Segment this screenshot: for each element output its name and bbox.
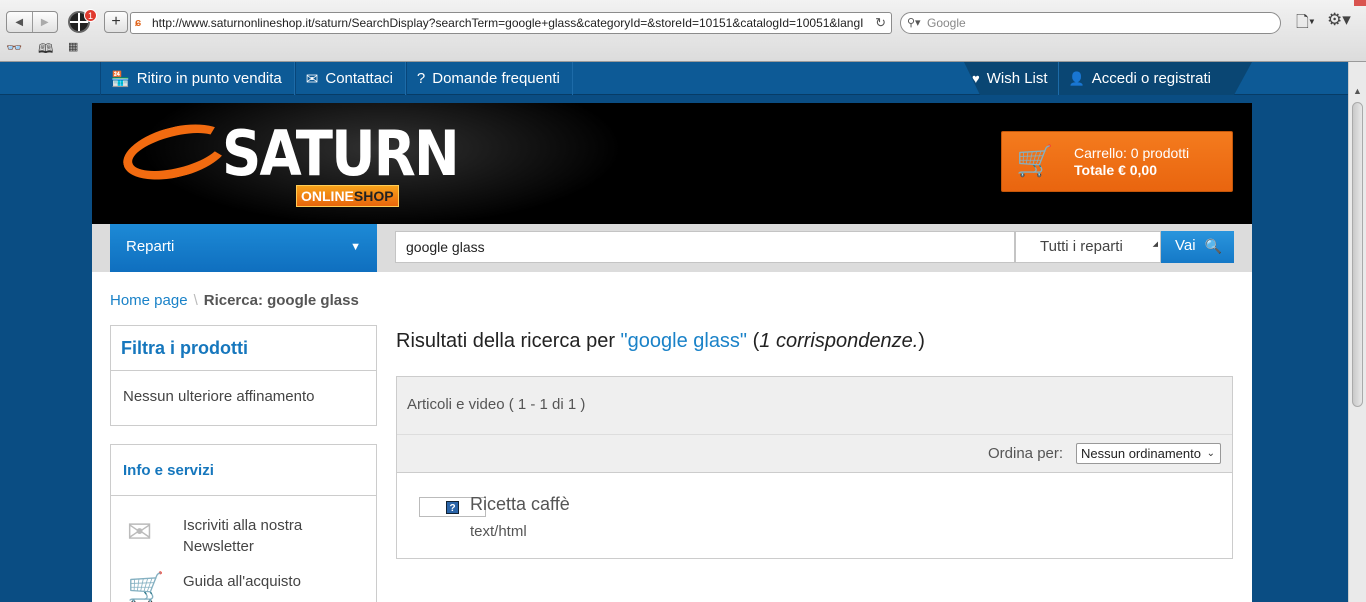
results-panel: Articoli e video ( 1 - 1 di 1 ) Ordina p… <box>396 376 1233 559</box>
saturn-logo[interactable]: SATURN ONLINESHOP <box>117 114 460 211</box>
filter-panel: Filtra i prodotti Nessun ulteriore affin… <box>110 325 377 426</box>
topbar-item-label: Contattaci <box>325 70 393 87</box>
results-query[interactable]: "google glass" <box>621 330 748 352</box>
cart-icon: 🛒 <box>1016 145 1054 178</box>
window-corner <box>1354 0 1366 6</box>
search-scope-select[interactable]: Tutti i reparti ◢ <box>1015 231 1161 263</box>
user-icon: 👤 <box>1068 70 1085 86</box>
topbar-item-contact[interactable]: ✉ Contattaci <box>294 62 406 95</box>
wish-list-label: Wish List <box>986 70 1048 87</box>
page-menu-icon[interactable]: 🗋▾ <box>1296 11 1315 38</box>
browser-search-input[interactable] <box>927 15 1267 31</box>
breadcrumb-home-link[interactable]: Home page <box>110 292 188 309</box>
book-icon[interactable]: 🕮 <box>38 40 53 62</box>
scrollbar-thumb[interactable] <box>1352 102 1363 407</box>
cart-button[interactable]: 🛒 Carrello: 0 prodotti Totale € 0,00 <box>1001 131 1233 192</box>
breadcrumb-separator: \ <box>193 292 198 309</box>
site-top-bar: 🏪 Ritiro in punto vendita ✉ Contattaci ?… <box>0 62 1366 95</box>
results-count: 1 corrispondenze. <box>759 330 919 352</box>
login-label: Accedi o registrati <box>1091 70 1211 87</box>
departments-label: Reparti <box>126 238 175 255</box>
url-text[interactable]: http://www.saturnonlineshop.it/saturn/Se… <box>152 16 867 30</box>
reload-icon[interactable]: ↻ <box>875 15 886 31</box>
search-scope-label: Tutti i reparti <box>1040 238 1123 255</box>
store-icon: 🏪 <box>111 70 130 88</box>
sort-selected: Nessun ordinamento <box>1081 446 1201 461</box>
results-section-header: Articoli e video ( 1 - 1 di 1 ) <box>397 377 1232 435</box>
breadcrumb-current: Ricerca: google glass <box>203 292 359 309</box>
topbar-item-label: Domande frequenti <box>432 70 560 87</box>
search-go-button[interactable]: Vai 🔍 <box>1161 231 1234 263</box>
topbar-item-faq[interactable]: ? Domande frequenti <box>405 62 573 95</box>
result-title[interactable]: Ricetta caffè <box>470 494 570 515</box>
logo-badge: ONLINESHOP <box>296 185 399 207</box>
browser-search[interactable]: ⚲▾ <box>900 12 1281 34</box>
search-icon: ⚲▾ <box>907 17 921 29</box>
forward-icon[interactable]: ▶ <box>31 12 58 32</box>
sort-bar: Ordina per: Nessun ordinamento ⌄ <box>397 435 1232 473</box>
cart-icon: 🛒 <box>127 572 165 602</box>
logo-word: SATURN <box>222 117 460 190</box>
question-icon: ? <box>416 70 426 87</box>
search-go-label: Vai <box>1175 237 1196 254</box>
back-icon[interactable]: ◀ <box>7 12 32 32</box>
sort-select[interactable]: Nessun ordinamento ⌄ <box>1076 443 1221 464</box>
search-row: Reparti ▼ Tutti i reparti ◢ Vai 🔍 <box>92 224 1252 272</box>
login-link[interactable]: 👤 Accedi o registrati <box>1057 62 1221 95</box>
topbar-item-label: Ritiro in punto vendita <box>136 70 282 87</box>
topbar-item-store-pickup[interactable]: 🏪 Ritiro in punto vendita <box>100 62 295 95</box>
new-tab-button[interactable]: + <box>104 11 128 33</box>
result-type: text/html <box>470 523 527 540</box>
newsletter-icon: ✉ <box>127 516 153 549</box>
departments-menu[interactable]: Reparti ▼ <box>110 224 377 272</box>
back-forward-buttons[interactable]: ◀ ▶ <box>6 11 58 33</box>
heart-icon: ♥ <box>972 71 980 86</box>
info-title: Info e servizi <box>111 445 376 496</box>
cart-count: Carrello: 0 prodotti <box>1074 145 1190 161</box>
chevron-down-icon: ▼ <box>350 241 361 253</box>
filter-body: Nessun ulteriore affinamento <box>123 388 315 405</box>
notification-badge: 1 <box>84 9 97 22</box>
cart-total: Totale € 0,00 <box>1074 162 1158 178</box>
top-links: 🏪 Ritiro in punto vendita ✉ Contattaci ?… <box>100 62 573 95</box>
search-field[interactable] <box>395 231 1015 263</box>
grid-icon[interactable]: ▦ <box>68 40 78 53</box>
address-bar[interactable]: ɕ http://www.saturnonlineshop.it/saturn/… <box>130 12 892 34</box>
breadcrumb: Home page \ Ricerca: google glass <box>110 292 359 309</box>
envelope-icon: ✉ <box>305 70 319 88</box>
extension-button[interactable]: 1 <box>66 9 98 35</box>
reading-glasses-icon[interactable]: 👓 <box>6 40 22 56</box>
wish-list-link[interactable]: ♥ Wish List <box>972 62 1058 95</box>
chevron-down-icon: ⌄ <box>1206 448 1215 459</box>
logo-ring-icon <box>117 114 235 190</box>
browser-toolbar: ◀ ▶ 1 + ɕ http://www.saturnonlineshop.it… <box>0 0 1366 62</box>
results-heading: Risultati della ricerca per "google glas… <box>396 330 925 352</box>
info-panel: Info e servizi ✉ Iscriviti alla nostra N… <box>110 444 377 602</box>
account-links: ♥ Wish List 👤 Accedi o registrati <box>964 62 1252 95</box>
search-input[interactable] <box>396 232 1014 262</box>
gear-icon[interactable]: ⚙▾ <box>1327 10 1351 30</box>
info-item-label: Guida all'acquisto <box>183 573 301 590</box>
search-icon: 🔍 <box>1204 238 1222 254</box>
site-header: SATURN ONLINESHOP 🛒 Carrello: 0 prodotti… <box>92 103 1252 224</box>
info-item-label: Iscriviti alla nostra Newsletter <box>183 517 303 555</box>
missing-image-icon: ? <box>446 501 459 514</box>
sort-label: Ordina per: <box>988 445 1064 462</box>
resize-grip-icon: ◢ <box>1152 241 1158 248</box>
filter-title: Filtra i prodotti <box>111 326 376 371</box>
page-container: SATURN ONLINESHOP 🛒 Carrello: 0 prodotti… <box>92 103 1252 602</box>
scroll-up-icon[interactable]: ▲ <box>1353 86 1362 96</box>
favicon-icon: ɕ <box>135 17 142 29</box>
scrollbar[interactable]: ▲ <box>1348 62 1366 602</box>
